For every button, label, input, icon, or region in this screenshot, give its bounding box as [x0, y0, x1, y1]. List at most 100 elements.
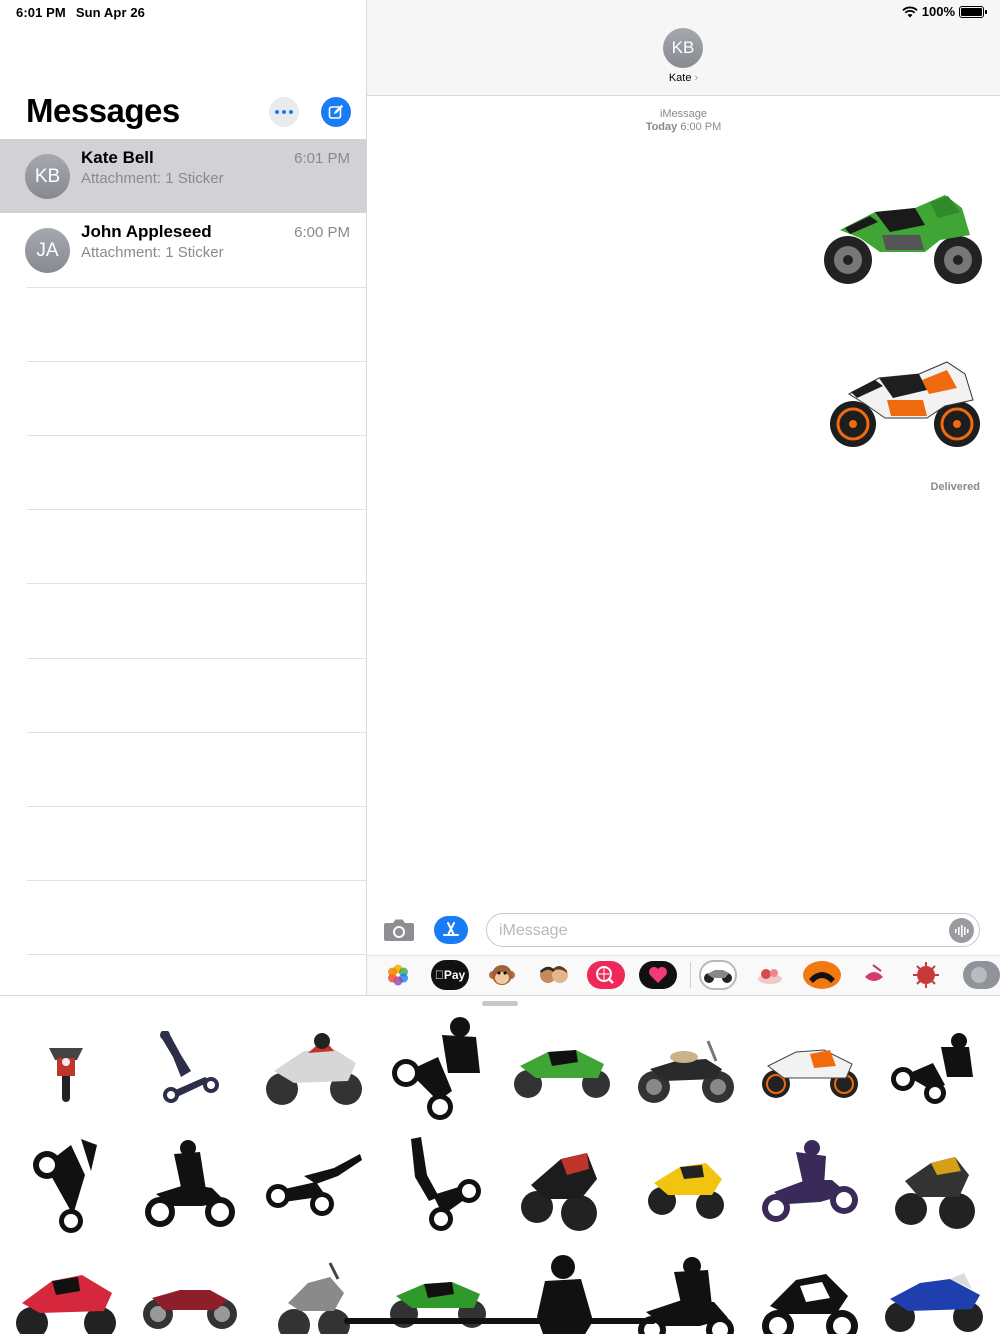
- message-service-label: iMessage Today 6:00 PM: [367, 108, 1000, 134]
- chat-pane: KB Kate › iMessage Today 6:00 PM Deliver…: [367, 0, 1000, 995]
- compose-button[interactable]: [321, 97, 351, 127]
- status-date: Sun Apr 26: [75, 5, 145, 20]
- compose-icon: [328, 104, 344, 119]
- green-sport-bike-sticker[interactable]: [820, 190, 985, 288]
- red-black-sport-bike-sticker[interactable]: [500, 1125, 624, 1245]
- conversation-row-john-appleseed[interactable]: JA John Appleseed Attachment: 1 Sticker …: [0, 213, 367, 287]
- flying-stunt-silhouette-sticker[interactable]: [252, 1125, 376, 1245]
- red-cafe-racer-sticker[interactable]: [128, 1241, 252, 1334]
- food-sticker-icon: [758, 969, 782, 984]
- conversation-preview: Attachment: 1 Sticker: [81, 244, 224, 261]
- avatar: KB: [25, 154, 70, 199]
- timestamp-day: Today: [645, 121, 678, 133]
- stoppie-silhouette-sticker[interactable]: [4, 1125, 128, 1245]
- web-search-icon: [587, 961, 625, 989]
- wheelie-rider-silhouette-sticker[interactable]: [872, 1009, 996, 1129]
- touring-bike-outline-sticker[interactable]: [748, 1241, 872, 1334]
- app-store-button[interactable]: [434, 916, 468, 944]
- more-options-button[interactable]: [269, 97, 299, 127]
- conversation-name: John Appleseed: [81, 222, 212, 241]
- orange-sport-bike-sticker[interactable]: [827, 358, 982, 450]
- camera-icon: [384, 919, 414, 941]
- status-time: 6:01 PM: [16, 5, 66, 20]
- message-input[interactable]: [499, 920, 929, 942]
- halloween-sticker-app-button[interactable]: [803, 960, 841, 990]
- naked-bike-front-sticker[interactable]: [4, 1009, 128, 1129]
- camera-button[interactable]: [383, 917, 415, 943]
- dirt-bike-rider-silhouette-sticker[interactable]: [128, 1125, 252, 1245]
- wheelie-silhouette-sticker[interactable]: [376, 1009, 500, 1129]
- virus-sticker-icon: [913, 962, 939, 988]
- imessage-app-strip: Pay: [367, 955, 1000, 995]
- conversation-row-kate-bell[interactable]: KB Kate Bell Attachment: 1 Sticker 6:01 …: [0, 139, 367, 213]
- app-store-icon: [443, 922, 459, 936]
- waveform-icon: [955, 924, 969, 937]
- battery-icon: [959, 5, 987, 18]
- wifi-icon: [902, 6, 918, 17]
- contact-name: Kate: [668, 72, 692, 84]
- memoji-icon: [540, 965, 568, 983]
- purple-dirt-bike-silhouette-sticker[interactable]: [748, 1125, 872, 1245]
- motorbike-sticker-app-icon: [704, 970, 732, 983]
- motorbike-sticker-app-button[interactable]: [699, 960, 737, 990]
- avatar: JA: [25, 228, 70, 273]
- cat-sticker-app-button[interactable]: [959, 960, 1000, 990]
- list-separator: [27, 806, 366, 807]
- conversation-preview: Attachment: 1 Sticker: [81, 170, 224, 187]
- list-separator: [27, 880, 366, 881]
- status-right: 100%: [902, 4, 987, 19]
- conversation-time: 6:00 PM: [294, 224, 350, 241]
- cruiser-bike-sticker[interactable]: [624, 1009, 748, 1129]
- list-separator: [27, 732, 366, 733]
- memoji-button[interactable]: [535, 960, 573, 990]
- yellow-sport-bike-sticker[interactable]: [624, 1125, 748, 1245]
- list-separator: [27, 435, 366, 436]
- virus-sticker-app-button[interactable]: [907, 960, 945, 990]
- animoji-button[interactable]: [483, 960, 521, 990]
- stunt-rider-silhouette-sticker[interactable]: [128, 1009, 252, 1129]
- cat-sticker-icon: [963, 961, 1000, 989]
- service-name: iMessage: [659, 108, 708, 120]
- list-separator: [27, 954, 366, 955]
- list-separator: [27, 509, 366, 510]
- photos-app-button[interactable]: [379, 960, 417, 990]
- red-sport-bike-sticker[interactable]: [4, 1241, 128, 1334]
- animoji-monkey-icon: [489, 965, 515, 985]
- ellipsis-icon: [275, 110, 293, 114]
- conversation-name: Kate Bell: [81, 148, 154, 167]
- halloween-sticker-icon: [803, 961, 841, 989]
- message-input-field[interactable]: [486, 913, 980, 947]
- message-timestamp: Today 6:00 PM: [367, 121, 1000, 134]
- conversation-list-pane: Messages KB Kate Bell Attachment: 1 Stic…: [0, 0, 367, 995]
- heart-sticker-icon: [639, 961, 677, 989]
- conversation-time: 6:01 PM: [294, 150, 350, 167]
- status-left: 6:01 PM Sun Apr 26: [16, 5, 155, 20]
- heart-sticker-app-button[interactable]: [639, 960, 677, 990]
- list-separator: [27, 361, 366, 362]
- contact-name-button[interactable]: Kate ›: [367, 72, 1000, 84]
- chevron-right-icon: ›: [694, 72, 699, 84]
- home-indicator[interactable]: [344, 1318, 656, 1324]
- audio-message-button[interactable]: [949, 918, 974, 943]
- page-title: Messages: [26, 92, 180, 129]
- lips-sticker-app-button[interactable]: [855, 960, 893, 990]
- photos-icon: [388, 964, 408, 986]
- racer-sport-bike-sticker[interactable]: [252, 1009, 376, 1129]
- handstand-stunt-silhouette-sticker[interactable]: [376, 1125, 500, 1245]
- contact-avatar[interactable]: KB: [663, 28, 703, 68]
- yellow-naked-bike-sticker[interactable]: [872, 1125, 996, 1245]
- timestamp-time: 6:00 PM: [680, 121, 722, 133]
- food-sticker-app-button[interactable]: [751, 960, 789, 990]
- compose-bar: [367, 905, 1000, 955]
- list-separator: [27, 658, 366, 659]
- list-separator: [27, 583, 366, 584]
- orange-sport-bike-sticker[interactable]: [748, 1009, 872, 1129]
- web-search-button[interactable]: [587, 960, 625, 990]
- blue-sport-bike-sticker[interactable]: [872, 1241, 996, 1334]
- drawer-grabber[interactable]: [482, 1001, 518, 1006]
- app-strip-divider: [690, 962, 691, 988]
- green-sport-bike-sticker[interactable]: [500, 1009, 624, 1129]
- list-separator: [27, 287, 366, 288]
- apple-pay-button[interactable]: Pay: [431, 960, 469, 990]
- lips-sticker-icon: [865, 964, 883, 981]
